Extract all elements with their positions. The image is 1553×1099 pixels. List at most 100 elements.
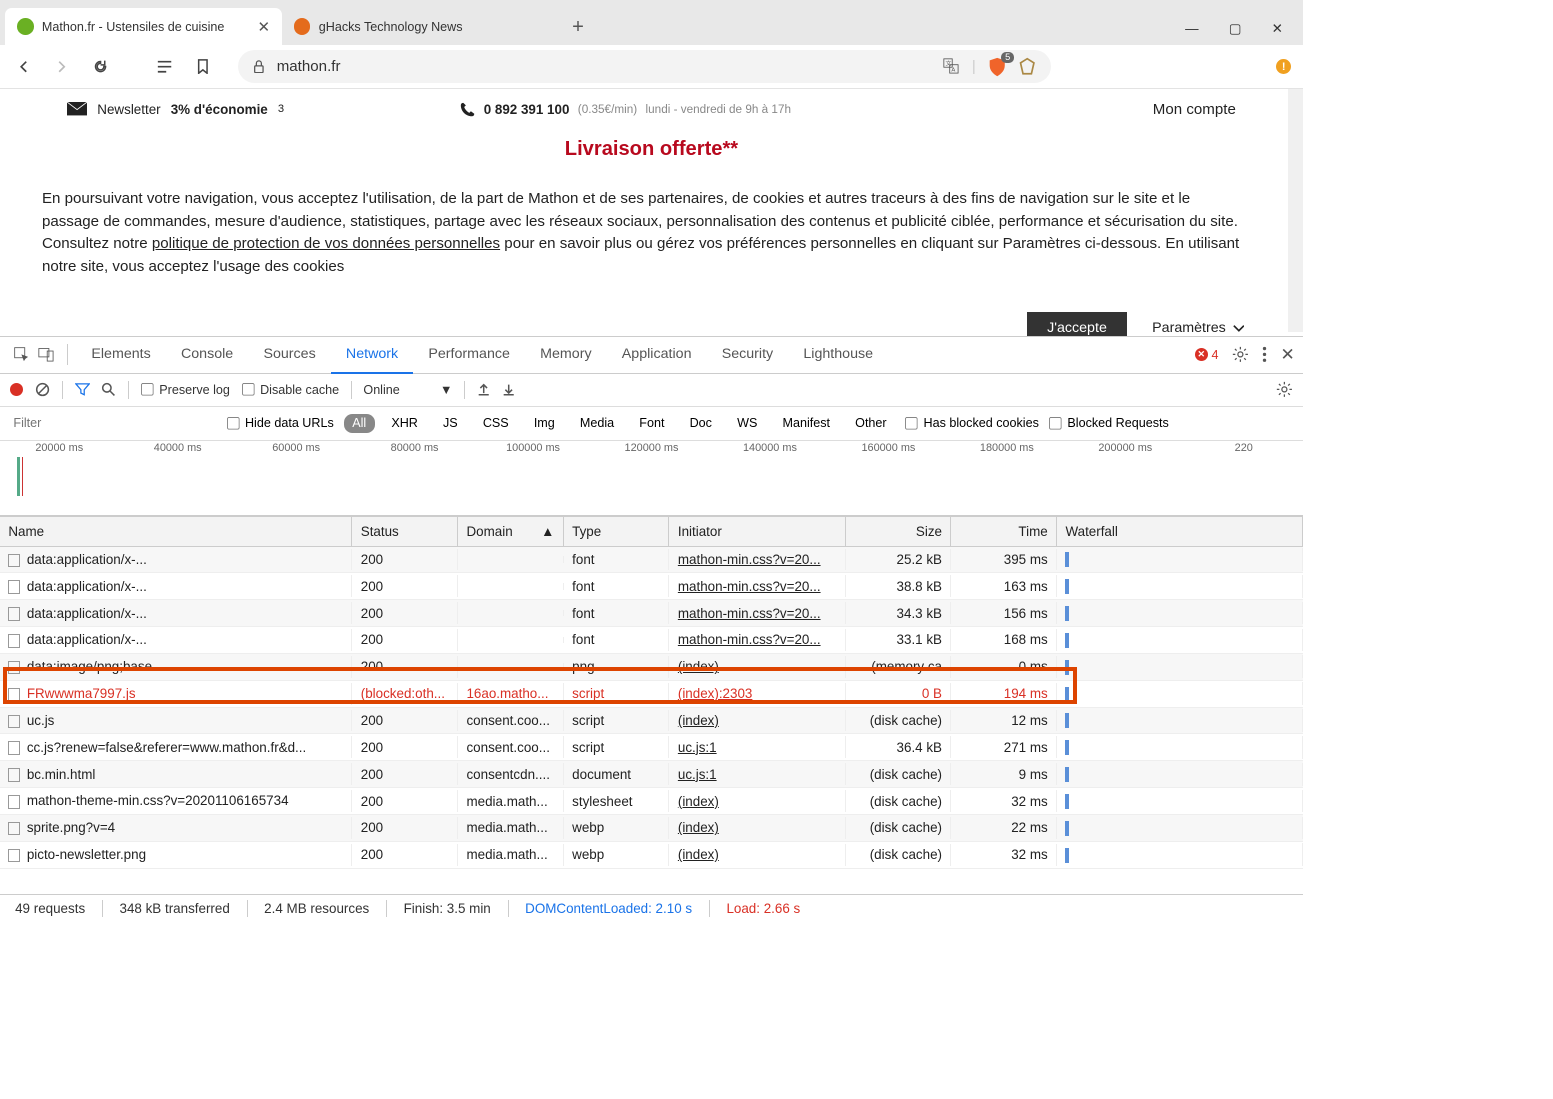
has-blocked-cookies-checkbox[interactable]: Has blocked cookies <box>905 416 1039 430</box>
col-initiator[interactable]: Initiator <box>669 517 845 545</box>
filter-font[interactable]: Font <box>631 414 673 433</box>
address-bar[interactable]: mathon.fr 文A | 5 <box>238 50 1051 84</box>
upload-icon[interactable] <box>477 383 490 396</box>
initiator-link[interactable]: (index) <box>678 847 719 862</box>
devtools-tab-network[interactable]: Network <box>331 335 413 373</box>
filter-input[interactable] <box>7 413 217 434</box>
account-link[interactable]: Mon compte <box>1153 101 1236 118</box>
close-devtools-button[interactable]: ✕ <box>1281 344 1295 365</box>
initiator-link[interactable]: (index) <box>678 659 719 674</box>
device-icon[interactable] <box>34 342 59 367</box>
initiator-link[interactable]: mathon-min.css?v=20... <box>678 606 821 621</box>
brave-icon[interactable] <box>1018 57 1036 75</box>
browser-tab[interactable]: gHacks Technology News <box>282 8 559 45</box>
initiator-link[interactable]: uc.js:1 <box>678 740 717 755</box>
browser-tab[interactable]: Mathon.fr - Ustensiles de cuisine✕ <box>5 8 282 45</box>
close-window-button[interactable]: ✕ <box>1272 21 1283 37</box>
devtools-tab-performance[interactable]: Performance <box>413 335 525 373</box>
privacy-policy-link[interactable]: politique de protection de vos données p… <box>152 235 500 252</box>
initiator-link[interactable]: mathon-min.css?v=20... <box>678 632 821 647</box>
settings-icon[interactable] <box>1232 346 1249 363</box>
preserve-log-checkbox[interactable]: Preserve log <box>141 383 230 397</box>
clear-button[interactable] <box>35 382 50 397</box>
favicon-icon <box>17 18 34 35</box>
filter-other[interactable]: Other <box>847 414 895 433</box>
net-settings-icon[interactable] <box>1276 381 1293 398</box>
devtools-tab-sources[interactable]: Sources <box>248 335 330 373</box>
filter-css[interactable]: CSS <box>474 414 517 433</box>
initiator-link[interactable]: (index) <box>678 713 719 728</box>
devtools-tab-lighthouse[interactable]: Lighthouse <box>788 335 888 373</box>
col-size[interactable]: Size <box>846 517 952 545</box>
filter-media[interactable]: Media <box>572 414 623 433</box>
filter-img[interactable]: Img <box>525 414 563 433</box>
col-time[interactable]: Time <box>951 517 1057 545</box>
filter-icon[interactable] <box>75 383 90 396</box>
minimize-button[interactable]: — <box>1185 21 1198 37</box>
url-text: mathon.fr <box>277 58 341 75</box>
shield-icon[interactable]: 5 <box>988 57 1006 77</box>
filter-ws[interactable]: WS <box>729 414 766 433</box>
table-row[interactable]: cc.js?renew=false&referer=www.mathon.fr&… <box>0 734 1303 761</box>
warning-icon[interactable]: ! <box>1276 59 1291 74</box>
table-row[interactable]: data:application/x-... 200 font mathon-m… <box>0 600 1303 627</box>
error-count[interactable]: ✕4 <box>1195 348 1219 362</box>
filter-all[interactable]: All <box>344 414 375 433</box>
table-row[interactable]: FRwwwma7997.js (blocked:oth... 16ao.math… <box>0 681 1303 708</box>
bookmark-button[interactable] <box>191 55 214 78</box>
table-row[interactable]: sprite.png?v=4 200 media.math... webp (i… <box>0 815 1303 842</box>
initiator-link[interactable]: (index) <box>678 820 719 835</box>
phone-number: 0 892 391 100 <box>484 102 570 117</box>
table-row[interactable]: data:application/x-... 200 font mathon-m… <box>0 547 1303 574</box>
record-button[interactable] <box>10 383 23 396</box>
devtools-tab-elements[interactable]: Elements <box>76 335 166 373</box>
col-status[interactable]: Status <box>352 517 458 545</box>
translate-icon[interactable]: 文A <box>943 58 960 75</box>
hide-data-urls-checkbox[interactable]: Hide data URLs <box>227 416 334 430</box>
filter-js[interactable]: JS <box>435 414 466 433</box>
initiator-link[interactable]: uc.js:1 <box>678 767 717 782</box>
back-button[interactable] <box>12 55 35 78</box>
new-tab-button[interactable]: + <box>559 9 598 45</box>
filter-manifest[interactable]: Manifest <box>774 414 838 433</box>
table-row[interactable]: data:application/x-... 200 font mathon-m… <box>0 627 1303 654</box>
initiator-link[interactable]: mathon-min.css?v=20... <box>678 579 821 594</box>
download-icon[interactable] <box>502 383 515 396</box>
cookie-text: En poursuivant votre navigation, vous ac… <box>42 188 1244 279</box>
col-waterfall[interactable]: Waterfall <box>1057 517 1303 545</box>
table-row[interactable]: bc.min.html 200 consentcdn.... document … <box>0 761 1303 788</box>
search-icon[interactable] <box>101 382 116 397</box>
disable-cache-checkbox[interactable]: Disable cache <box>242 383 339 397</box>
inspect-icon[interactable] <box>8 342 33 367</box>
initiator-link[interactable]: mathon-min.css?v=20... <box>678 552 821 567</box>
table-row[interactable]: picto-newsletter.png 200 media.math... w… <box>0 842 1303 869</box>
blocked-requests-checkbox[interactable]: Blocked Requests <box>1049 416 1169 430</box>
network-overview[interactable]: 20000 ms40000 ms60000 ms80000 ms100000 m… <box>0 441 1303 517</box>
table-row[interactable]: data:application/x-... 200 font mathon-m… <box>0 573 1303 600</box>
maximize-button[interactable]: ▢ <box>1229 21 1242 37</box>
col-type[interactable]: Type <box>564 517 670 545</box>
throttle-select[interactable]: Online▼ <box>363 383 452 397</box>
devtools-tab-application[interactable]: Application <box>607 335 707 373</box>
col-domain[interactable]: Domain▲ <box>458 517 564 545</box>
status-finish: Finish: 3.5 min <box>404 901 491 916</box>
file-icon <box>8 795 20 808</box>
close-tab-button[interactable]: ✕ <box>258 18 271 36</box>
filter-xhr[interactable]: XHR <box>383 414 426 433</box>
table-row[interactable]: uc.js 200 consent.coo... script (index) … <box>0 708 1303 735</box>
params-button[interactable]: Paramètres <box>1152 320 1244 336</box>
forward-button[interactable] <box>50 55 73 78</box>
filter-doc[interactable]: Doc <box>681 414 720 433</box>
devtools-tab-security[interactable]: Security <box>707 335 789 373</box>
col-name[interactable]: Name <box>0 517 352 545</box>
menu-icon[interactable] <box>1262 346 1267 363</box>
table-row[interactable]: data:image/png;base 200 png (index) (mem… <box>0 654 1303 681</box>
page-scrollbar[interactable] <box>1288 89 1303 332</box>
devtools-tab-console[interactable]: Console <box>166 335 248 373</box>
reload-button[interactable] <box>89 55 112 78</box>
initiator-link[interactable]: (index) <box>678 794 719 809</box>
reader-button[interactable] <box>153 55 176 78</box>
table-row[interactable]: mathon-theme-min.css?v=20201106165734 20… <box>0 788 1303 815</box>
initiator-link[interactable]: (index):2303 <box>678 686 753 701</box>
devtools-tab-memory[interactable]: Memory <box>525 335 607 373</box>
